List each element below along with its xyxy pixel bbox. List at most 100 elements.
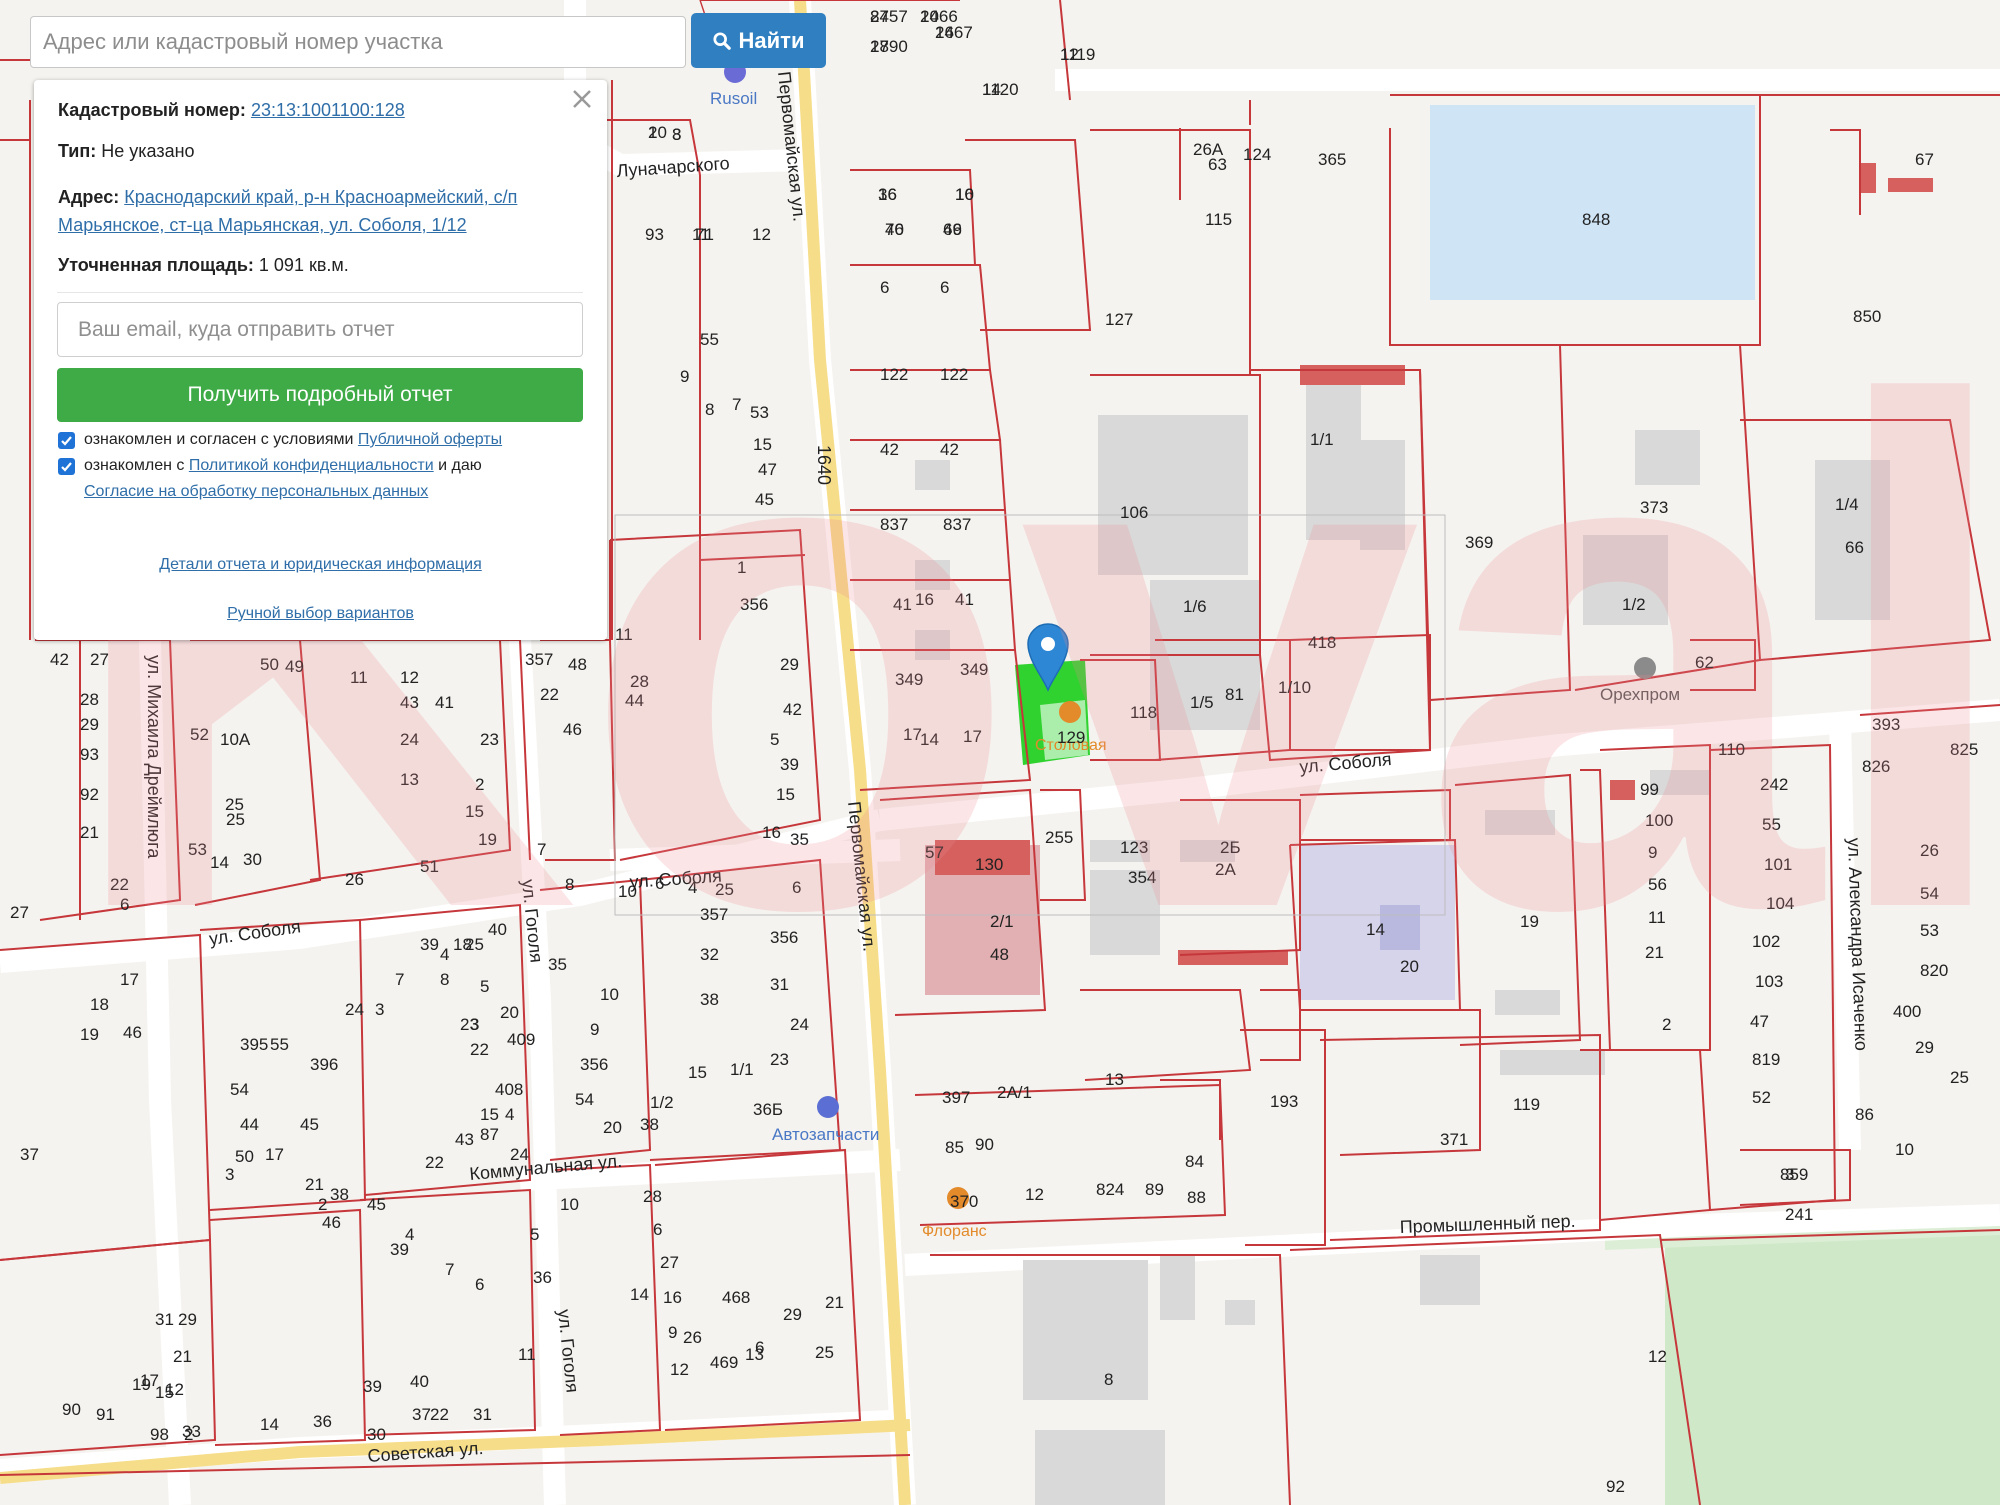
parcel-number: 13 bbox=[1105, 1070, 1124, 1089]
parcel-number: 38 bbox=[640, 1115, 659, 1134]
type-label: Тип: bbox=[58, 141, 97, 161]
parcel-number: 469 bbox=[710, 1353, 738, 1372]
parcel-number: 90 bbox=[62, 1400, 81, 1419]
address-label: Адрес: bbox=[58, 187, 120, 207]
privacy-link[interactable]: Политикой конфиденциальности bbox=[189, 457, 434, 474]
parcel-number: 87 bbox=[480, 1125, 499, 1144]
parcel-number: 29 bbox=[178, 1310, 197, 1329]
parcel-number: 20 bbox=[603, 1118, 622, 1137]
parcel-number: 43 bbox=[455, 1130, 474, 1149]
parcel-number: 27 bbox=[10, 903, 29, 922]
manual-row: Ручной выбор вариантов bbox=[34, 605, 607, 623]
parcel-number: 91 bbox=[96, 1405, 115, 1424]
parcel-number: 365 bbox=[1318, 150, 1346, 169]
parcel-number: 25 bbox=[815, 1343, 834, 1362]
parcel-number: 4 bbox=[505, 1105, 514, 1124]
parcel-number: 90 bbox=[975, 1135, 994, 1154]
manual-selection-link[interactable]: Ручной выбор вариантов bbox=[227, 605, 414, 622]
parcel-number: 89 bbox=[1145, 1180, 1164, 1199]
parcel-number: 28 bbox=[870, 37, 889, 56]
parcel-number: 370 bbox=[950, 1192, 978, 1211]
offer-checkbox[interactable] bbox=[58, 432, 75, 449]
parcel-number: 8 bbox=[672, 125, 681, 144]
email-field[interactable] bbox=[57, 302, 583, 357]
parcel-number: 13 bbox=[745, 1345, 764, 1364]
parcel-number: 45 bbox=[300, 1115, 319, 1134]
parcel-number: 26 bbox=[683, 1328, 702, 1347]
parcel-number: 69 bbox=[943, 220, 962, 239]
parcel-number: 15 bbox=[480, 1105, 499, 1124]
parcel-number: 10 bbox=[955, 185, 974, 204]
parcel-number: 31 bbox=[473, 1405, 492, 1424]
parcel-number: 16 bbox=[663, 1288, 682, 1307]
parcel-number: 21 bbox=[825, 1293, 844, 1312]
check-icon bbox=[61, 436, 72, 446]
cadastral-number-link[interactable]: 23:13:1001100:128 bbox=[251, 100, 405, 120]
parcel-number: 19 bbox=[132, 1375, 151, 1394]
parcel-number: 39 bbox=[363, 1377, 382, 1396]
parcel-number: 22 bbox=[430, 1405, 449, 1424]
parcel-number: 119 bbox=[1513, 1095, 1540, 1114]
parcel-number: 27 bbox=[660, 1253, 679, 1272]
parcel-number: 2 bbox=[648, 123, 657, 142]
privacy-consent-prefix: ознакомлен с bbox=[84, 457, 185, 474]
parcel-number: 9 bbox=[668, 1323, 677, 1342]
address-link-line2[interactable]: Марьянское, ст-ца Марьянская, ул. Соболя… bbox=[58, 215, 467, 235]
parcel-number: 70 bbox=[885, 220, 904, 239]
parcel-number: 28 bbox=[643, 1187, 662, 1206]
privacy-checkbox[interactable] bbox=[58, 458, 75, 475]
type-row: Тип: Не указано bbox=[58, 141, 195, 162]
address-row: Адрес: Краснодарский край, р-н Красноарм… bbox=[58, 183, 588, 239]
parcel-number: 98 bbox=[150, 1425, 169, 1444]
parcel-number: 468 bbox=[722, 1288, 750, 1307]
parcel-number: 36 bbox=[533, 1268, 552, 1287]
parcel-number: 11 bbox=[692, 225, 710, 244]
address-link-line1[interactable]: Краснодарский край, р-н Красноармейский,… bbox=[124, 187, 517, 207]
parcel-number: 17 bbox=[265, 1145, 284, 1164]
close-icon[interactable] bbox=[569, 86, 595, 112]
green-field bbox=[1665, 1225, 2000, 1505]
parcel-number: 36 bbox=[313, 1412, 332, 1431]
get-report-button[interactable]: Получить подробный отчет bbox=[57, 368, 583, 422]
parcel-number: 92 bbox=[1606, 1477, 1625, 1496]
parcel-number: 21 bbox=[173, 1347, 192, 1366]
poi-florans: Флоранс bbox=[922, 1223, 987, 1240]
details-link[interactable]: Детали отчета и юридическая информация bbox=[159, 556, 482, 573]
parcel-number: 11 bbox=[518, 1345, 536, 1364]
poi-avtozapchasti: Автозапчасти bbox=[772, 1125, 879, 1144]
parcel-number: 67 bbox=[1915, 150, 1934, 169]
offer-consent-text: ознакомлен и согласен с условиями Публич… bbox=[84, 431, 502, 449]
parcel-number: 848 bbox=[1582, 210, 1610, 229]
parcel-number: 36 bbox=[878, 185, 897, 204]
parcel-number: 54 bbox=[575, 1090, 594, 1109]
parcel-number: 86 bbox=[1855, 1105, 1874, 1124]
search-button[interactable]: Найти bbox=[691, 13, 826, 68]
privacy-consent-text: ознакомлен с Политикой конфиденциальност… bbox=[84, 457, 482, 475]
parcel-number: 30 bbox=[367, 1425, 386, 1444]
offer-consent-prefix: ознакомлен и согласен с условиями bbox=[84, 431, 354, 448]
parcel-number: 22 bbox=[425, 1153, 444, 1172]
parcel-number: 1/2 bbox=[650, 1093, 674, 1112]
area-value: 1 091 кв.м. bbox=[258, 255, 349, 275]
parcel-number: 50 bbox=[235, 1147, 254, 1166]
parcel-number: 193 bbox=[1270, 1092, 1298, 1111]
parcel-number: 31 bbox=[155, 1310, 174, 1329]
parcel-number: 6 bbox=[653, 1220, 662, 1239]
search-input[interactable] bbox=[30, 16, 686, 68]
personal-data-link[interactable]: Согласие на обработку персональных данны… bbox=[84, 483, 428, 500]
parcel-number: 10 bbox=[560, 1195, 579, 1214]
parcel-number: 44 bbox=[240, 1115, 259, 1134]
parcel-number: 1/1 bbox=[730, 1060, 754, 1079]
parcel-info-panel: Кадастровый номер: 23:13:1001100:128 Тип… bbox=[34, 80, 607, 640]
parcel-number: 408 bbox=[495, 1080, 523, 1099]
divider bbox=[57, 292, 583, 293]
type-value: Не указано bbox=[101, 141, 195, 161]
search-icon bbox=[712, 31, 731, 50]
parcel-number: 12 bbox=[1025, 1185, 1044, 1204]
parcel-number: 36Б bbox=[753, 1100, 783, 1119]
parcel-number: 12 bbox=[1060, 45, 1079, 64]
parcel-number: 37 bbox=[412, 1405, 431, 1424]
parcel-number: 88 bbox=[1187, 1188, 1206, 1207]
offer-link[interactable]: Публичной оферты bbox=[358, 431, 502, 448]
cadastral-row: Кадастровый номер: 23:13:1001100:128 bbox=[58, 100, 405, 121]
